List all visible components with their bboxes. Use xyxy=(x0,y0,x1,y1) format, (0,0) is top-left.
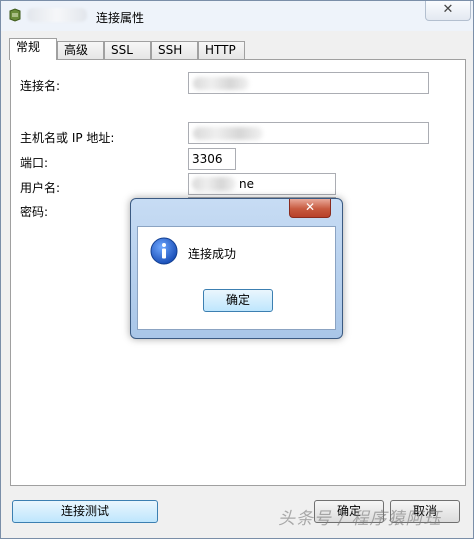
dialog-close-button[interactable]: ✕ xyxy=(289,199,331,218)
tab-label: 高级 xyxy=(64,43,89,57)
host-input[interactable] xyxy=(188,122,429,144)
connection-name-label: 连接名: xyxy=(20,79,61,93)
host-label: 主机名或 IP 地址: xyxy=(20,131,115,145)
redacted-value xyxy=(192,177,236,191)
redacted-title xyxy=(27,8,87,22)
redacted-value xyxy=(193,127,263,140)
tab-advanced[interactable]: 高级 xyxy=(57,41,104,59)
title-bar: 连接属性 ✕ xyxy=(1,1,473,31)
window-close-button[interactable]: ✕ xyxy=(425,1,471,21)
tab-ssh[interactable]: SSH xyxy=(151,41,198,59)
tab-general[interactable]: 常规 xyxy=(9,38,57,60)
dialog-message: 连接成功 xyxy=(188,247,237,261)
tab-ssl[interactable]: SSL xyxy=(104,41,151,59)
watermark: 头条号 / 程序猿阿珏 xyxy=(278,509,442,529)
redacted-value xyxy=(193,77,249,90)
test-connection-button[interactable]: 连接测试 xyxy=(12,500,158,523)
tab-label: SSH xyxy=(158,43,183,57)
window-title: 连接属性 xyxy=(96,11,145,25)
port-label: 端口: xyxy=(20,156,49,170)
connection-success-dialog: ✕ 连接成功 确定 xyxy=(130,198,343,339)
username-suffix: ne xyxy=(239,177,254,191)
tab-label: 常规 xyxy=(16,40,41,54)
dialog-body: 连接成功 确定 xyxy=(137,226,336,330)
username-label: 用户名: xyxy=(20,181,61,195)
dialog-ok-button[interactable]: 确定 xyxy=(203,289,273,312)
tab-label: SSL xyxy=(111,43,133,57)
username-input[interactable]: ne xyxy=(188,173,336,195)
info-icon xyxy=(150,237,178,265)
tab-http[interactable]: HTTP xyxy=(198,41,245,59)
connection-name-input[interactable] xyxy=(188,72,429,94)
password-label: 密码: xyxy=(20,205,49,219)
tab-label: HTTP xyxy=(205,43,236,57)
app-icon xyxy=(9,8,21,22)
port-input[interactable]: 3306 xyxy=(188,148,236,170)
